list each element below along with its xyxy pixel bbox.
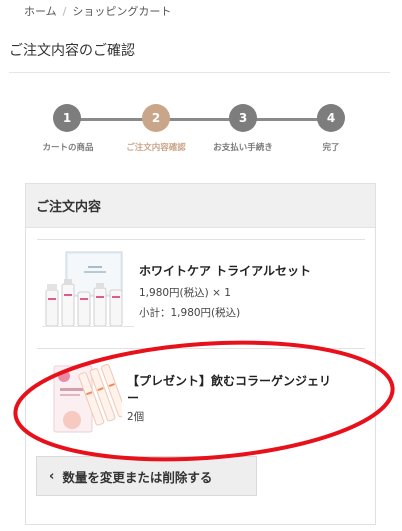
collagen-jelly-image	[53, 364, 122, 433]
step-4-circle: 4	[317, 104, 345, 132]
step-2-label: ご注文内容確認	[126, 143, 186, 153]
change-quantity-or-delete-button[interactable]: ‹ 数量を変更または削除する	[36, 456, 257, 496]
step-1-label: カートの商品	[42, 143, 94, 153]
step-3-label: お支払い手続き	[213, 143, 273, 153]
item-divider	[37, 348, 365, 349]
order-summary-header: ご注文内容	[26, 184, 375, 228]
white-care-trial-set-image	[42, 251, 134, 327]
step-3-circle: 3	[229, 104, 257, 132]
change-quantity-or-delete-label: 数量を変更または削除する	[62, 469, 213, 485]
item-1-name: ホワイトケア トライアルセット	[139, 264, 312, 278]
page-title: ご注文内容のご確認	[9, 43, 135, 59]
item-divider	[37, 239, 365, 240]
breadcrumb: ホーム / ショッピングカート	[24, 3, 171, 19]
breadcrumb-separator: /	[62, 5, 67, 18]
step-2-circle: 2	[142, 104, 170, 132]
step-4-label: 完了	[322, 143, 340, 153]
order-confirmation-page: ホーム / ショッピングカート ご注文内容のご確認 1 2 3 4 カートの商品 ご…	[0, 0, 402, 531]
item-2-name-continued: ー	[127, 391, 140, 405]
chevron-left-icon: ‹	[49, 468, 55, 484]
breadcrumb-home-link[interactable]: ホーム	[24, 5, 57, 18]
steps-progress-line	[67, 118, 330, 121]
item-2-name: 【プレゼント】飲むコラーゲンジェリ	[127, 374, 332, 388]
item-2-quantity: 2個	[127, 411, 145, 423]
breadcrumb-current: ショッピングカート	[72, 5, 172, 18]
title-divider	[9, 72, 390, 73]
item-1-subtotal: 小計：1,980円(税込)	[139, 307, 241, 319]
step-1-circle: 1	[53, 104, 81, 132]
item-1-price: 1,980円(税込) × 1	[139, 287, 231, 299]
order-summary-card: ご注文内容 ホワイトケア トライアルセット 1,980円(税込) × 1 小計：…	[25, 183, 376, 525]
